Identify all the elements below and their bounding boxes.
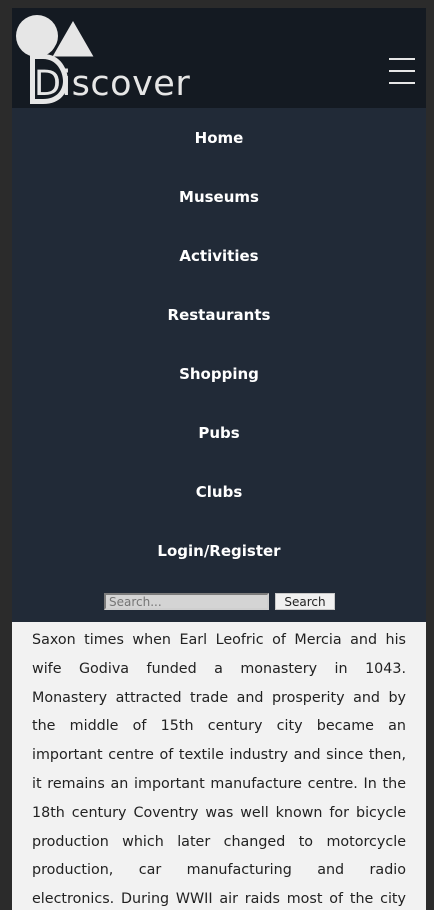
nav-item-shopping[interactable]: Shopping bbox=[12, 344, 426, 403]
content-paragraph: Saxon times when Earl Leofric of Mercia … bbox=[32, 632, 406, 908]
main-nav: Home Museums Activities Restaurants Shop… bbox=[12, 108, 426, 622]
nav-item-restaurants[interactable]: Restaurants bbox=[12, 285, 426, 344]
site-header: Discover Coventry bbox=[12, 8, 426, 144]
nav-item-clubs[interactable]: Clubs bbox=[12, 462, 426, 521]
menu-hamburger-icon[interactable] bbox=[389, 58, 415, 86]
nav-item-home[interactable]: Home bbox=[12, 108, 426, 167]
search-button[interactable]: Search bbox=[275, 593, 335, 610]
search-input[interactable] bbox=[104, 593, 269, 610]
nav-item-login-register[interactable]: Login/Register bbox=[12, 521, 426, 580]
nav-item-museums[interactable]: Museums bbox=[12, 167, 426, 226]
nav-item-pubs[interactable]: Pubs bbox=[12, 403, 426, 462]
page: Discover Coventry Home Museums Activitie… bbox=[12, 8, 426, 910]
site-logo[interactable]: Discover Coventry bbox=[16, 12, 346, 144]
nav-item-activities[interactable]: Activities bbox=[12, 226, 426, 285]
